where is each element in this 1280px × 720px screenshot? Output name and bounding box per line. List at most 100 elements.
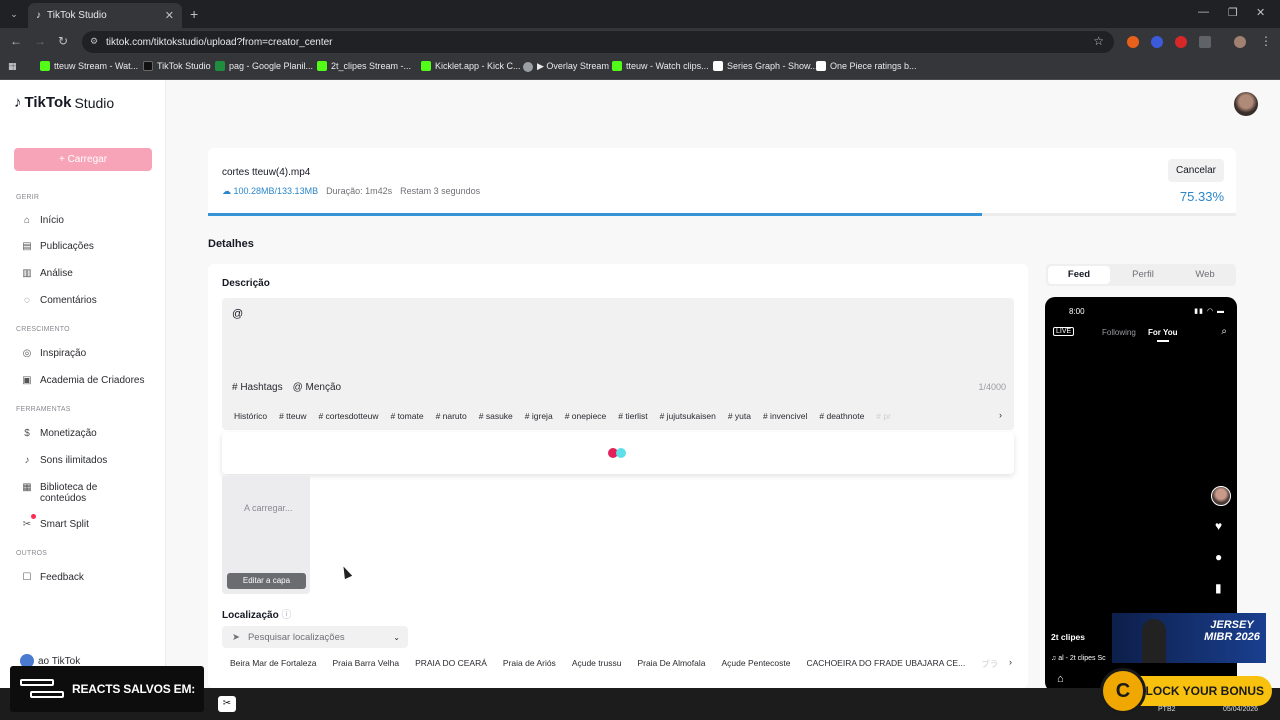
bookmark-star-icon[interactable]: ☆ — [1093, 34, 1104, 48]
for-you-tab: For You — [1148, 328, 1178, 337]
sidebar-item-analise[interactable]: ▥ Análise — [22, 268, 73, 279]
sidebar-item-monetizacao[interactable]: $ Monetização — [22, 428, 96, 439]
location-chip[interactable]: Praia Barra Velha — [324, 655, 407, 673]
jersey-ad-overlay: JERSEY MIBR 2026 — [1112, 613, 1266, 663]
tiktok-studio-page: ♪ TikTok Studio + Carregar GERIR ⌂ Início… — [0, 80, 1280, 688]
upload-progress-bar — [208, 213, 1236, 216]
bookmark-item[interactable]: ▶ Overlay Stream — [523, 61, 609, 72]
loading-spinner-icon — [608, 448, 630, 458]
hashtag-chip[interactable]: # onepiece — [561, 409, 611, 423]
cancel-upload-button[interactable]: Cancelar — [1167, 159, 1224, 182]
chevron-right-icon[interactable]: › — [999, 410, 1002, 420]
tab-close-icon[interactable]: ✕ — [165, 9, 174, 22]
academy-icon: ▣ — [22, 375, 32, 386]
bookmark-item[interactable]: 2t_clipes Stream -... — [317, 61, 411, 71]
profile-avatar[interactable] — [1234, 36, 1246, 48]
location-chip[interactable]: ブラ — [973, 655, 1006, 673]
hashtag-chip[interactable]: # igreja — [521, 409, 557, 423]
extensions-puzzle-icon[interactable] — [1199, 36, 1211, 48]
scissors-icon: ✂ — [22, 519, 32, 530]
user-avatar[interactable] — [1234, 92, 1258, 116]
extension-icon[interactable] — [1151, 36, 1163, 48]
hashtags-button[interactable]: # Hashtags — [232, 382, 283, 393]
sidebar-item-inspiracao[interactable]: ◎ Inspiração — [22, 348, 87, 359]
hashtag-chip[interactable]: # tierlist — [614, 409, 651, 423]
back-arrow-icon[interactable]: ← — [10, 34, 22, 48]
details-heading: Detalhes — [208, 238, 254, 250]
chevron-right-icon[interactable]: › — [1009, 657, 1012, 667]
maximize-button[interactable]: ❐ — [1228, 6, 1238, 19]
location-chip[interactable]: Praia De Almofala — [629, 655, 713, 673]
cover-preview[interactable]: A carregar... Editar a capa — [222, 476, 310, 594]
bookmark-icon: ▮ — [1215, 581, 1222, 595]
live-icon: LIVE — [1053, 327, 1075, 336]
location-chip[interactable]: Açude Pentecoste — [713, 655, 798, 673]
site-info-icon[interactable]: ⚙ — [90, 36, 98, 47]
location-label: Localização ⓘ — [222, 610, 292, 621]
hashtag-chip[interactable]: # tteuw — [275, 409, 310, 423]
hashtag-chip[interactable]: # deathnote — [815, 409, 868, 423]
react-overlay-banner: REACTS SALVOS EM: — [10, 666, 204, 712]
description-input[interactable]: @ # Hashtags @ Menção 1/4000 Histórico #… — [222, 298, 1014, 430]
sidebar-item-sons[interactable]: ♪ Sons ilimitados — [22, 455, 108, 466]
bookmark-item[interactable]: tteuw Stream - Wat... — [40, 61, 138, 71]
hashtag-chip[interactable]: # yuta — [724, 409, 755, 423]
analytics-icon: ▥ — [22, 268, 32, 279]
hashtag-chip[interactable]: # jujutsukaisen — [656, 409, 720, 423]
hashtag-chip[interactable]: # invencivel — [759, 409, 811, 423]
preview-username: 2t clipes — [1051, 632, 1086, 642]
tab-perfil[interactable]: Perfil — [1112, 264, 1174, 286]
tiktok-studio-logo[interactable]: ♪ TikTok Studio — [14, 94, 114, 111]
sidebar-item-smart-split[interactable]: ✂ Smart Split — [22, 519, 89, 530]
extension-icon[interactable] — [1175, 36, 1187, 48]
upload-filename: cortes tteuw(4).mp4 — [222, 167, 311, 178]
following-tab: Following — [1102, 328, 1136, 337]
hashtag-chip[interactable]: # cortesdotteuw — [314, 409, 382, 423]
sidebar-item-feedback[interactable]: ☐ Feedback — [22, 572, 84, 583]
forward-arrow-icon[interactable]: → — [34, 34, 46, 48]
bookmark-item[interactable]: tteuw - Watch clips... — [612, 61, 709, 71]
chevron-down-icon: ⌄ — [393, 632, 400, 642]
bookmark-item[interactable]: pag - Google Planil... — [215, 61, 313, 71]
browser-tab[interactable]: ♪ TikTok Studio ✕ — [28, 3, 182, 28]
address-bar[interactable]: ⚙ tiktok.com/tiktokstudio/upload?from=cr… — [82, 31, 1114, 53]
browser-menu-icon[interactable]: ⋮ — [1260, 34, 1272, 48]
capcut-app-icon[interactable]: ✂ — [218, 696, 236, 712]
new-tab-button[interactable]: + — [190, 6, 198, 22]
minimize-button[interactable]: — — [1198, 6, 1209, 18]
reload-icon[interactable]: ↻ — [58, 34, 68, 48]
bookmark-item[interactable]: TikTok Studio — [143, 61, 211, 71]
hashtag-chip[interactable]: # pr — [872, 409, 895, 423]
location-chip[interactable]: Praia de Ariós — [495, 655, 564, 673]
location-chip[interactable]: Beira Mar de Fortaleza — [222, 655, 324, 673]
sidebar-item-publicacoes[interactable]: ▤ Publicações — [22, 241, 94, 252]
location-chip[interactable]: PRAIA DO CEARÁ — [407, 655, 495, 673]
tab-search-button[interactable]: ⌄ — [6, 6, 22, 22]
close-window-button[interactable]: ✕ — [1256, 6, 1265, 19]
tab-web[interactable]: Web — [1174, 264, 1236, 286]
sidebar-item-academia[interactable]: ▣ Academia de Criadores — [22, 375, 144, 386]
bookmark-item[interactable]: Kicklet.app - Kick C... — [421, 61, 521, 71]
hashtag-chip[interactable]: # sasuke — [475, 409, 517, 423]
upload-duration: Duração: 1m42s — [326, 186, 393, 196]
section-label: GERIR — [16, 194, 40, 201]
sidebar-item-comentarios[interactable]: ◌ Comentários — [22, 295, 97, 306]
location-search-select[interactable]: ➤ Pesquisar localizações ⌄ — [222, 626, 408, 648]
upload-button[interactable]: + Carregar — [14, 148, 152, 171]
hashtag-chip[interactable]: # tomate — [386, 409, 427, 423]
location-chip[interactable]: Açude trussu — [564, 655, 630, 673]
bookmark-item[interactable]: Series Graph - Show... — [713, 61, 818, 71]
phone-time: 8:00 — [1069, 307, 1085, 316]
edit-cover-button[interactable]: Editar a capa — [227, 573, 306, 589]
sidebar-item-inicio[interactable]: ⌂ Início — [22, 215, 64, 226]
location-pin-icon: ➤ — [232, 631, 240, 643]
extension-icon[interactable] — [1127, 36, 1139, 48]
hashtag-chip[interactable]: # naruto — [432, 409, 471, 423]
location-chip[interactable]: CACHOEIRA DO FRADE UBAJARA CE... — [798, 655, 973, 673]
apps-grid-icon[interactable]: ▦ — [8, 61, 17, 72]
bookmark-item[interactable]: One Piece ratings b... — [816, 61, 917, 71]
sidebar-item-biblioteca[interactable]: ▦ Biblioteca de conteúdos — [22, 482, 97, 504]
tab-feed[interactable]: Feed — [1048, 266, 1110, 284]
mention-button[interactable]: @ Menção — [293, 382, 342, 393]
phone-status-icons: ▮▮ ◠ ▬ — [1194, 308, 1225, 315]
